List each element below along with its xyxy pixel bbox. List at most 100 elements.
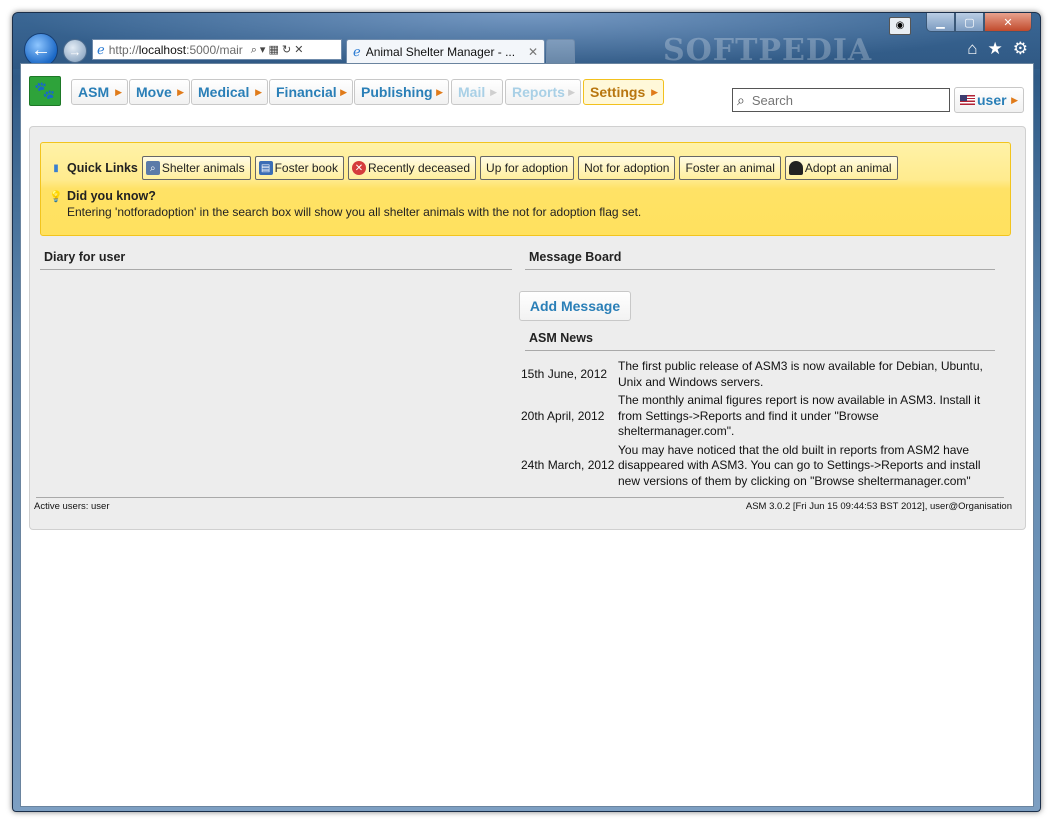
menu-medical-label: Medical [198,84,250,100]
menu-reports[interactable]: Reports ▶ [505,79,581,105]
menu-publishing-label: Publishing [361,84,433,100]
browser-window: SOFTPEDIA ◉ ▁ ▢ ✕ ⌂ ★ ⚙ ← → ℯ http://loc… [12,12,1041,812]
browser-toolbar-icons: ⌂ ★ ⚙ [967,39,1028,59]
menu-settings[interactable]: Settings ▶ [583,79,664,105]
quick-links-panel: ▮ Quick Links ⌕ Shelter animals ▤ Foster… [40,142,1011,236]
menu-medical[interactable]: Medical ▶ [191,79,268,105]
adopt-an-animal-button[interactable]: Adopt an animal [784,156,898,180]
ie-tab-icon: ℯ [353,43,361,59]
address-bar-icons[interactable]: ⌕ ▾ ▦ ↻ ✕ [251,43,304,57]
bookmark-icon: ▮ [53,162,59,174]
asm-news-heading: ASM News [525,331,995,351]
deceased-icon: ✕ [351,161,366,175]
foster-book-button[interactable]: ▤ Foster book [254,156,344,180]
diary-heading: Diary for user [40,250,512,270]
shelter-animals-button[interactable]: ⌕ Shelter animals [141,156,251,180]
foster-an-animal-label: Foster an animal [685,161,775,175]
did-you-know: 💡 Did you know? Entering 'notforadoption… [49,189,641,219]
chevron-right-icon: ▶ [651,86,658,97]
new-tab-button[interactable] [546,39,575,64]
add-message-button[interactable]: Add Message [519,291,631,321]
up-for-adoption-label: Up for adoption [486,161,569,175]
lightbulb-icon: 💡 [49,190,63,203]
address-url[interactable]: http://localhost:5000/mair [109,43,247,57]
menu-financial[interactable]: Financial ▶ [269,79,353,105]
recently-deceased-label: Recently deceased [367,161,471,175]
chevron-right-icon: ▶ [1011,94,1018,105]
gear-icon[interactable]: ⚙ [1013,39,1028,59]
news-item: 24th March, 2012 You may have noticed th… [521,443,993,493]
asm-menubar: 🐾 ASM ▶ Move ▶ Medical ▶ Financial ▶ Publish… [29,76,1025,113]
home-panel: ▮ Quick Links ⌕ Shelter animals ▤ Foster… [29,126,1026,530]
quick-links-row: ▮ Quick Links ⌕ Shelter animals ▤ Foster… [49,155,902,181]
favorites-star-icon[interactable]: ★ [988,39,1003,59]
menu-reports-label: Reports [512,84,565,100]
message-board-heading: Message Board [525,250,995,270]
footer-divider [36,497,1004,498]
foster-an-animal-button[interactable]: Foster an animal [679,156,781,180]
quick-links-title: Quick Links [67,161,138,175]
close-tab-icon[interactable]: ✕ [528,45,538,59]
asm-logo-paw-icon[interactable]: 🐾 [29,76,61,106]
not-for-adoption-label: Not for adoption [584,161,670,175]
person-icon [788,161,803,175]
menu-move[interactable]: Move ▶ [129,79,190,105]
close-window-button[interactable]: ✕ [984,13,1032,32]
url-path: :5000/mair [186,42,243,57]
news-text: The first public release of ASM3 is now … [618,359,983,389]
maximize-button[interactable]: ▢ [955,13,984,32]
not-for-adoption-button[interactable]: Not for adoption [578,156,676,180]
window-controls: ▁ ▢ ✕ [926,13,1032,32]
search-input[interactable] [749,91,934,109]
adopt-an-animal-label: Adopt an animal [804,161,892,175]
url-host: localhost [138,42,187,57]
menu-asm-label: ASM [78,84,110,100]
tab-title: Animal Shelter Manager - ... [365,44,516,59]
news-item: 20th April, 2012 The monthly animal figu… [521,393,993,443]
news-text: You may have noticed that the old built … [618,442,981,488]
tab-animal-shelter-manager[interactable]: ℯ Animal Shelter Manager - ... ✕ [346,39,545,63]
news-text: The monthly animal figures report is now… [618,393,981,438]
menu-mail[interactable]: Mail ▶ [451,79,503,105]
version-info: ASM 3.0.2 [Fri Jun 15 09:44:53 BST 2012]… [745,501,1012,512]
news-date: 24th March, 2012 [521,458,615,472]
address-bar[interactable]: ℯ http://localhost:5000/mair ⌕ ▾ ▦ ↻ ✕ [92,39,342,60]
search-box[interactable]: ⌕ [732,88,950,112]
menu-settings-label: Settings [590,84,646,100]
us-flag-icon [960,95,975,105]
forward-button[interactable]: → [63,39,87,63]
news-table: 15th June, 2012 The first public release… [521,359,993,492]
search-animal-icon: ⌕ [145,161,160,175]
chevron-right-icon: ▶ [255,86,262,97]
did-you-know-title: Did you know? [67,189,156,203]
foster-book-label: Foster book [274,161,338,175]
page-viewport: 🐾 ASM ▶ Move ▶ Medical ▶ Financial ▶ Publish… [20,63,1034,807]
news-item: 15th June, 2012 The first public release… [521,359,993,393]
search-icon: ⌕ [737,91,745,108]
book-icon: ▤ [258,161,273,175]
chevron-right-icon: ▶ [436,86,443,97]
minimize-button[interactable]: ▁ [926,13,955,32]
chevron-right-icon: ▶ [490,86,497,97]
ie-icon: ℯ [97,41,105,57]
shelter-animals-label: Shelter animals [161,161,245,175]
recently-deceased-button[interactable]: ✕ Recently deceased [347,156,477,180]
menu-asm[interactable]: ASM ▶ [71,79,128,105]
back-button[interactable]: ← [24,33,58,67]
menu-publishing[interactable]: Publishing ▶ [354,79,449,105]
news-date: 15th June, 2012 [521,366,608,381]
chevron-right-icon: ▶ [177,86,184,97]
user-label: user [977,92,1007,108]
active-users: Active users: user [34,501,110,512]
menu-financial-label: Financial [276,84,337,100]
menu-move-label: Move [136,84,172,100]
compatibility-icon[interactable]: ◉ [889,17,911,35]
home-icon[interactable]: ⌂ [967,39,977,59]
chevron-right-icon: ▶ [115,86,122,97]
did-you-know-text: Entering 'notforadoption' in the search … [67,205,642,219]
user-menu-button[interactable]: user ▶ [954,87,1024,113]
chevron-right-icon: ▶ [340,86,347,97]
news-date: 20th April, 2012 [521,408,605,423]
up-for-adoption-button[interactable]: Up for adoption [480,156,575,180]
url-scheme: http:// [108,42,139,57]
